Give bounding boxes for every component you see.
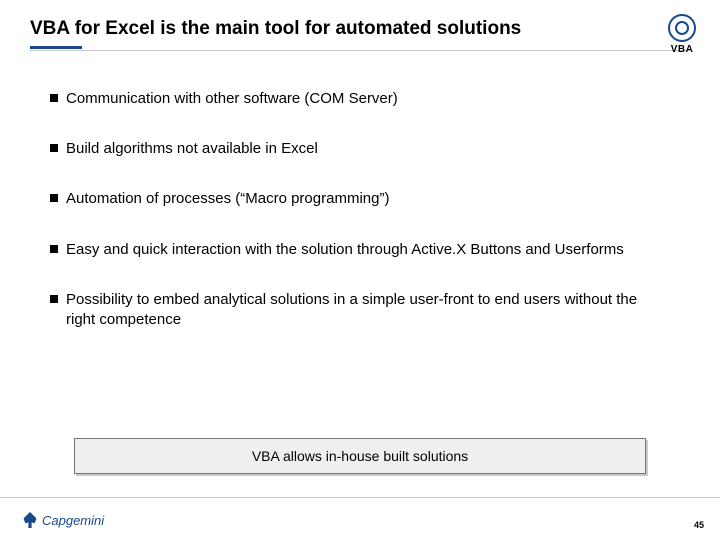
list-item: Build algorithms not available in Excel — [50, 139, 670, 159]
bullet-text: Build algorithms not available in Excel — [66, 139, 670, 159]
title-underline-accent — [30, 46, 82, 49]
bullet-text: Communication with other software (COM S… — [66, 89, 670, 109]
footer-separator-line — [0, 497, 720, 498]
logo-text: Capgemini — [42, 513, 104, 528]
list-item: Possibility to embed analytical solution… — [50, 290, 670, 331]
bullet-square-icon — [50, 245, 58, 253]
bullet-text: Easy and quick interaction with the solu… — [66, 240, 670, 260]
slide-title: VBA for Excel is the main tool for autom… — [30, 18, 690, 41]
bullet-text: Automation of processes (“Macro programm… — [66, 189, 670, 209]
header: VBA for Excel is the main tool for autom… — [0, 0, 720, 47]
corner-badge: VBA — [668, 14, 696, 55]
slide: VBA for Excel is the main tool for autom… — [0, 0, 720, 540]
page-number: 45 — [694, 520, 704, 530]
bullet-square-icon — [50, 94, 58, 102]
bullet-square-icon — [50, 194, 58, 202]
spade-icon — [22, 512, 38, 528]
callout-box: VBA allows in-house built solutions — [74, 438, 646, 474]
bullet-square-icon — [50, 295, 58, 303]
corner-label: VBA — [668, 44, 696, 55]
list-item: Automation of processes (“Macro programm… — [50, 189, 670, 209]
list-item: Communication with other software (COM S… — [50, 89, 670, 109]
bullet-list: Communication with other software (COM S… — [0, 47, 720, 331]
target-icon — [668, 14, 696, 42]
list-item: Easy and quick interaction with the solu… — [50, 240, 670, 260]
bullet-text: Possibility to embed analytical solution… — [66, 290, 670, 331]
title-separator-line — [30, 50, 690, 51]
bullet-square-icon — [50, 144, 58, 152]
callout-text: VBA allows in-house built solutions — [74, 438, 646, 474]
company-logo: Capgemini — [22, 512, 104, 528]
